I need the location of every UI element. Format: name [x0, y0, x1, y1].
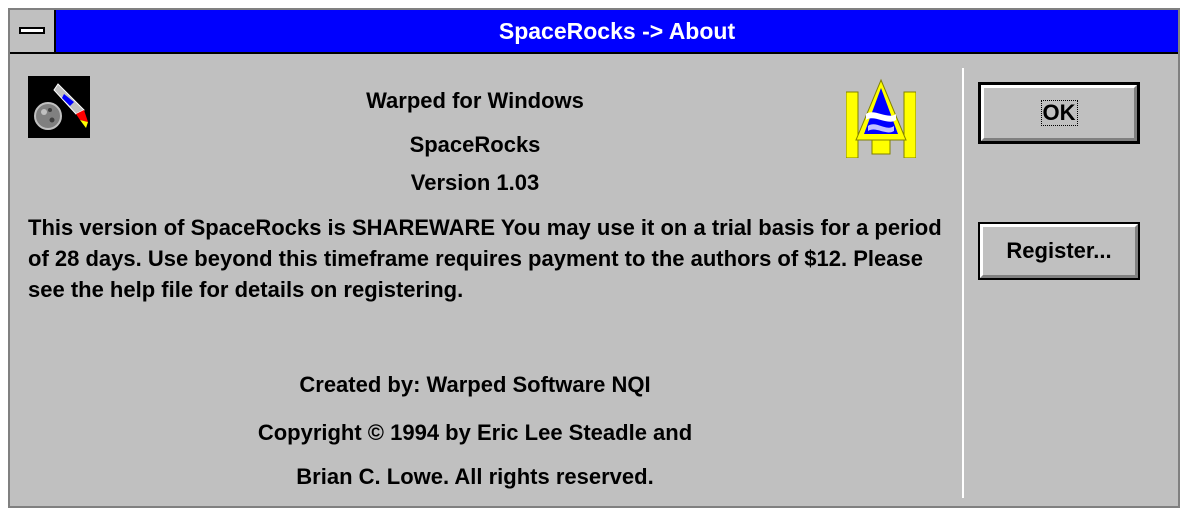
vertical-divider: [962, 68, 964, 498]
ok-button[interactable]: OK: [978, 82, 1140, 144]
register-button[interactable]: Register...: [978, 222, 1140, 280]
system-menu-bar: [19, 27, 45, 34]
product-line-text: Warped for Windows: [366, 88, 584, 113]
version-text: Version 1.03: [410, 170, 540, 195]
system-menu-icon[interactable]: [10, 10, 56, 52]
ok-button-label: OK: [1040, 100, 1078, 126]
about-dialog: SpaceRocks -> About Warped for Windows S…: [8, 8, 1180, 508]
window-title: SpaceRocks -> About: [498, 18, 736, 44]
title-bar[interactable]: SpaceRocks -> About: [10, 10, 1178, 54]
created-by-text: Created by: Warped Software NQI: [299, 372, 651, 397]
register-button-label: Register...: [1006, 238, 1112, 263]
shareware-notice: This version of SpaceRocks is SHAREWARE …: [28, 215, 942, 302]
copyright-line-2: Brian C. Lowe. All rights reserved.: [296, 464, 654, 489]
ok-button-label-wrap: OK: [981, 85, 1137, 141]
copyright-line-1: Copyright © 1994 by Eric Lee Steadle and: [257, 420, 693, 445]
dialog-content: Warped for Windows SpaceRocks Version 1.…: [10, 54, 1178, 508]
app-name-text: SpaceRocks: [409, 132, 541, 157]
